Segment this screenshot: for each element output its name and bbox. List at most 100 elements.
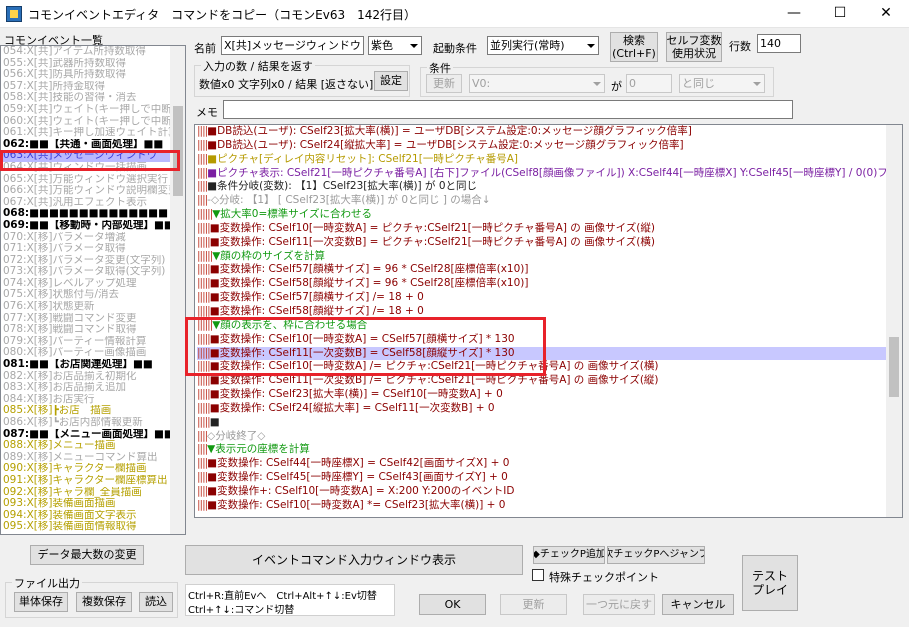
command-row[interactable]: |||||■変数操作: CSelf11[一次変数B] = ピクチャ:CSelf2… [197, 236, 887, 250]
event-command-window-button[interactable]: イベントコマンド入力ウィンドウ表示 [185, 545, 523, 575]
app-icon [6, 6, 22, 22]
ok-button[interactable]: OK [419, 594, 486, 615]
indent-bars: |||| [197, 194, 208, 207]
minimize-button[interactable]: — [771, 0, 817, 28]
event-list-scrollbar[interactable] [170, 46, 185, 534]
common-event-list[interactable]: 054:X[共]アイテム所持数取得 055:X[共]武器所持数取得 056:X[共]… [0, 45, 186, 535]
event-list-item[interactable]: 085:X[移]┣お店 描画 [3, 405, 171, 417]
memo-input[interactable] [223, 100, 793, 119]
condition-variable-select[interactable]: V0: [469, 74, 605, 93]
maximize-button[interactable]: ☐ [817, 0, 863, 28]
command-row[interactable]: ||||-◇分岐: 【1】 [ CSelf23[拡大率(横)] が 0と同じ ]… [197, 194, 887, 208]
rows-input[interactable]: 140 [757, 34, 801, 53]
command-row[interactable]: ||||||▼拡大率0=標準サイズに合わせる [197, 208, 887, 222]
next-checkpoint-button[interactable]: 次チェックPへジャンプ [607, 546, 705, 564]
start-condition-select[interactable]: 並列実行(常時) [487, 36, 599, 55]
event-list-item[interactable]: 075:X[移]状態付与/消去 [3, 289, 171, 301]
event-list-item[interactable]: 058:X[共]技能の習得・消去 [3, 92, 171, 104]
command-row[interactable]: |||||■変数操作: CSelf58[顔縦サイズ] = 96 * CSelf2… [197, 277, 887, 291]
search-button[interactable]: 検索 (Ctrl+F) [610, 32, 658, 62]
command-row[interactable]: |||||■変数操作: CSelf24[縦拡大率] = CSelf11[一次変数… [197, 402, 887, 416]
test-play-button[interactable]: テスト プレイ [742, 555, 798, 611]
event-list-item[interactable]: 090:X[移]キャラクター欄描画 [3, 463, 171, 475]
undo-button[interactable]: 一つ元に戻す [583, 594, 655, 615]
command-row[interactable]: |||||■変数操作: CSelf10[一時変数A] = ピクチャ:CSelf2… [197, 222, 887, 236]
event-list-item[interactable]: 080:X[移]パーティー画像描画 [3, 347, 171, 359]
command-row[interactable]: ||||■変数操作: CSelf45[一時座標Y] = CSelf43[画面サイ… [197, 471, 887, 485]
data-max-button[interactable]: データ最大数の変更 [30, 545, 144, 565]
event-list-item[interactable]: 082:X[移]お店品揃え初期化 [3, 371, 171, 383]
event-list-item[interactable]: 054:X[共]アイテム所持数取得 [3, 46, 171, 58]
command-row[interactable]: ||||◇分岐終了◇ [197, 430, 887, 444]
command-list-scroll-thumb[interactable] [889, 337, 899, 397]
event-list-item[interactable]: 086:X[移]┗お店内部情報更新 [3, 417, 171, 429]
event-list-item[interactable]: 068:■■■■■■■■■■■■■■ [3, 208, 171, 220]
command-row[interactable]: ||||||▼顔の枠のサイズを計算 [197, 250, 887, 264]
command-row[interactable]: ||||■変数操作: CSelf44[一時座標X] = CSelf42[画面サイ… [197, 457, 887, 471]
color-select[interactable]: 紫色 [368, 36, 422, 55]
event-list-item[interactable]: 095:X[移]装備画面情報取得 [3, 521, 171, 533]
condition-number-input[interactable]: 0 [626, 74, 672, 93]
command-row[interactable]: ||||▼表示元の座標を計算 [197, 443, 887, 457]
indent-bars: |||| [197, 125, 208, 137]
event-list-item[interactable]: 061:X[共]キー押し加速ウェイト計算 [3, 127, 171, 139]
event-list-item[interactable]: 089:X[移]メニューコマンド算出 [3, 452, 171, 464]
command-row[interactable]: ||||■変数操作+: CSelf10[一時変数A] = X:200 Y:200… [197, 485, 887, 499]
io-group-label: 入力の数 / 結果を返す [201, 58, 315, 74]
command-row[interactable]: |||||■変数操作: CSelf23[拡大率(横)] = CSelf10[一時… [197, 388, 887, 402]
event-list-item[interactable]: 077:X[移]戦闘コマンド変更 [3, 313, 171, 325]
condition-operator-select[interactable]: と同じ [679, 74, 765, 93]
event-list-item[interactable]: 069:■■【移動時・内部処理】■■ [3, 220, 171, 232]
event-list-item[interactable]: 067:X[共]汎用エフェクト表示 [3, 197, 171, 209]
event-list-item[interactable]: 057:X[共]所持金取得 [3, 81, 171, 93]
event-list-item[interactable]: 073:X[移]パラメータ取得(文字列) [3, 266, 171, 278]
event-list-item[interactable]: 055:X[共]武器所持数取得 [3, 58, 171, 70]
event-list-item[interactable]: 070:X[移]パラメータ増減 [3, 232, 171, 244]
event-list-item[interactable]: 088:X[移]メニュー描画 [3, 440, 171, 452]
condition-update-button[interactable]: 更新 [426, 74, 462, 93]
special-checkpoint-checkbox[interactable] [532, 569, 544, 581]
self-var-usage-button[interactable]: セルフ変数 使用状況 [666, 32, 722, 62]
event-list-item[interactable]: 081:■■【お店関連処理】■■ [3, 359, 171, 371]
command-row[interactable]: ||||■ピクチャ[ディレイ内容リセット]: CSelf21[一時ピクチャ番号A… [197, 153, 887, 167]
event-list-item[interactable]: 076:X[移]状態更新 [3, 301, 171, 313]
event-list-item[interactable]: 079:X[移]パーティー情報計算 [3, 336, 171, 348]
event-list-item[interactable]: 093:X[移]装備画面描画 [3, 498, 171, 510]
event-list-item[interactable]: 072:X[移]パラメータ変更(文字列) [3, 255, 171, 267]
load-button[interactable]: 読込 [139, 592, 173, 612]
event-list-item[interactable]: 091:X[移]キャラクター欄座標算出 [3, 475, 171, 487]
command-row[interactable]: ||||■条件分岐(変数): 【1】CSelf23[拡大率(横)] が 0と同じ [197, 180, 887, 194]
event-list-item[interactable]: 060:X[共]ウェイト(キー押しで中断) [3, 116, 171, 128]
cancel-button[interactable]: キャンセル [662, 594, 734, 615]
event-list-item[interactable]: 066:X[共]万能ウィンドウ説明欄変更 [3, 185, 171, 197]
command-row[interactable]: ||||■DB読込(ユーザ): CSelf24[縦拡大率] = ユーザDB[シス… [197, 139, 887, 153]
event-list-item[interactable]: 087:■■【メニュー画面処理】■■ [3, 429, 171, 441]
command-row[interactable]: |||||■ [197, 416, 887, 430]
multi-save-button[interactable]: 複数保存 [76, 592, 132, 612]
event-name-input[interactable]: X[共]メッセージウィンドウ [221, 36, 364, 55]
event-list-item[interactable]: 056:X[共]防具所持数取得 [3, 69, 171, 81]
event-list-item[interactable]: 065:X[共]万能ウィンドウ選択実行 [3, 174, 171, 186]
event-list-item[interactable]: 094:X[移]装備画面文字表示 [3, 510, 171, 522]
io-settings-button[interactable]: 設定 [374, 71, 408, 91]
single-save-button[interactable]: 単体保存 [14, 592, 68, 612]
shortcut-line-1: Ctrl+R:直前Evへ Ctrl+Alt+↑↓:Ev切替 [188, 591, 377, 602]
event-list-item[interactable]: 092:X[移]キャラ欄_全員描画 [3, 487, 171, 499]
event-list-item[interactable]: 084:X[移]お店実行 [3, 394, 171, 406]
event-list-item[interactable]: 071:X[移]パラメータ取得 [3, 243, 171, 255]
event-list-item[interactable]: 074:X[移]レベルアップ処理 [3, 278, 171, 290]
command-row[interactable]: |||||■変数操作: CSelf57[顔横サイズ] = 96 * CSelf2… [197, 263, 887, 277]
event-list-item[interactable]: 078:X[移]戦闘コマンド取得 [3, 324, 171, 336]
command-row[interactable]: ||||■DB読込(ユーザ): CSelf23[拡大率(横)] = ユーザDB[… [197, 125, 887, 139]
command-row[interactable]: ||||■変数操作: CSelf10[一時変数A] *= CSelf23[拡大率… [197, 499, 887, 513]
update-button[interactable]: 更新 [500, 594, 567, 615]
event-list-item[interactable]: 062:■■【共通・画面処理】■■ [3, 139, 171, 151]
add-checkpoint-button[interactable]: ◆チェックP追加 [533, 546, 605, 564]
command-row[interactable]: |||||■変数操作: CSelf57[顔横サイズ] /= 18 + 0 [197, 291, 887, 305]
event-list-item[interactable]: 059:X[共]ウェイト(キー押しで中断) [3, 104, 171, 116]
close-button[interactable]: ✕ [863, 0, 909, 28]
command-list-scrollbar[interactable] [886, 125, 902, 517]
command-row[interactable]: |||||■変数操作: CSelf11[一次変数B] /= ピクチャ:CSelf… [197, 374, 887, 388]
command-row[interactable]: ||||■ピクチャ表示: CSelf21[一時ピクチャ番号A] [右下]ファイル… [197, 167, 887, 181]
event-list-item[interactable]: 083:X[移]お店品揃え追加 [3, 382, 171, 394]
